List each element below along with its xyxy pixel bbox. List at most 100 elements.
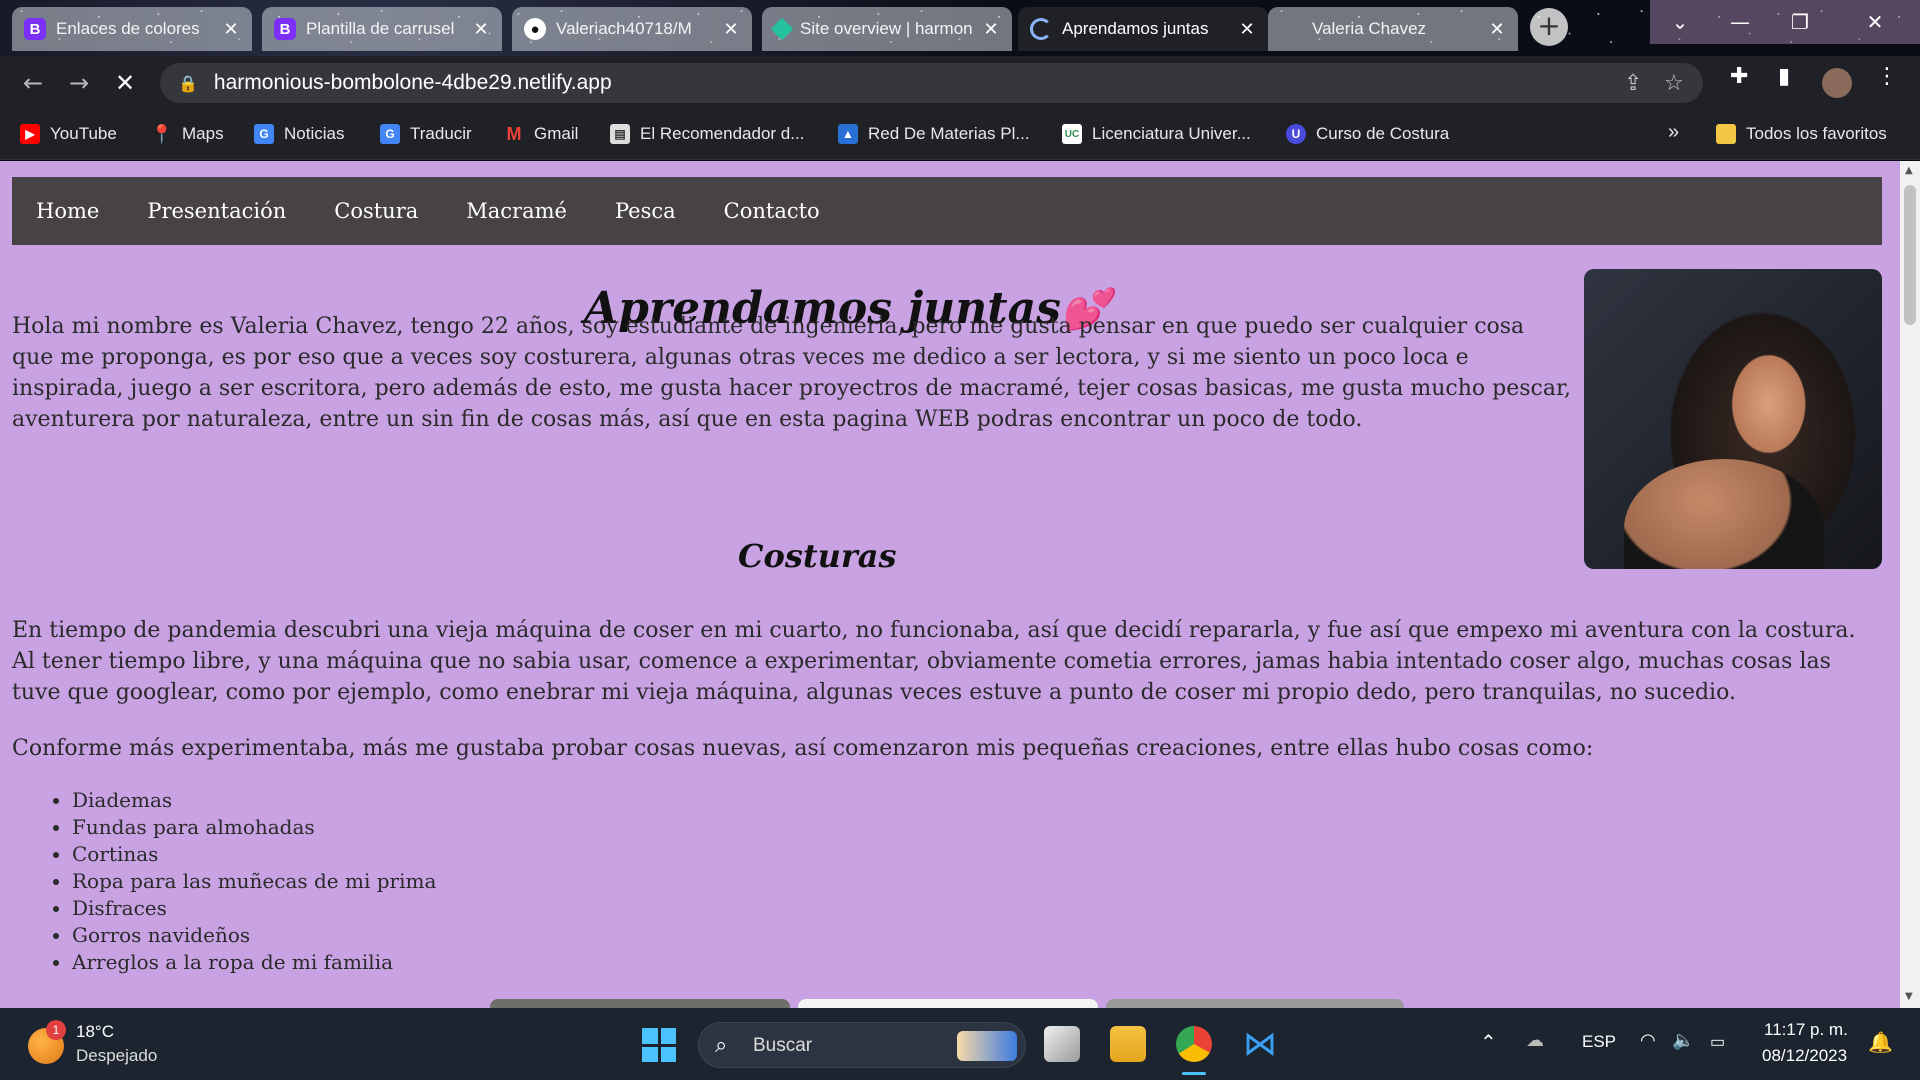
folder-icon	[1716, 124, 1736, 144]
close-icon[interactable]: ✕	[1238, 19, 1256, 40]
bookmark-star-icon[interactable]: ☆	[1664, 71, 1684, 96]
bookmark-maps[interactable]: 📍 Maps	[151, 124, 224, 144]
windows-taskbar: 1 18°C Despejado ⌕ Buscar ⋈ ⌃ ☁ ESP ◠ 🔈 …	[0, 1008, 1920, 1080]
close-icon[interactable]: ✕	[222, 19, 240, 40]
bootstrap-icon: B	[24, 18, 46, 40]
tab-plantilla-carrusel[interactable]: B Plantilla de carrusel ✕	[262, 7, 502, 51]
bookmark-label: Maps	[182, 124, 224, 143]
bookmark-label: Gmail	[534, 124, 579, 143]
nav-link-home[interactable]: Home	[36, 199, 99, 223]
tab-title: Site overview | harmonious	[800, 19, 972, 38]
u-icon: U	[1286, 124, 1306, 144]
scroll-up-arrow-icon[interactable]: ▲	[1905, 165, 1913, 176]
nav-link-costura[interactable]: Costura	[334, 199, 418, 223]
bookmark-gmail[interactable]: M Gmail	[504, 123, 579, 144]
volume-icon[interactable]: 🔈	[1672, 1030, 1694, 1051]
side-panel-icon[interactable]: ▮	[1778, 64, 1790, 89]
vscode-icon[interactable]: ⋈	[1242, 1026, 1278, 1062]
close-icon[interactable]: ✕	[722, 19, 740, 40]
profile-avatar[interactable]	[1822, 68, 1852, 98]
bookmark-curso-costura[interactable]: U Curso de Costura	[1286, 124, 1449, 144]
bootstrap-icon: B	[274, 18, 296, 40]
url-text[interactable]: harmonious-bombolone-4dbe29.netlify.app	[214, 71, 612, 95]
bookmark-red-materias[interactable]: ▲ Red De Materias Pl...	[838, 124, 1030, 144]
taskbar-search[interactable]: ⌕ Buscar	[698, 1022, 1026, 1068]
close-icon[interactable]: ✕	[472, 19, 490, 40]
more-chevron-icon: »	[1668, 121, 1680, 143]
tab-title: Enlaces de colores	[56, 19, 200, 38]
active-app-indicator	[1182, 1072, 1206, 1075]
new-tab-button[interactable]: +	[1530, 8, 1568, 46]
gallery-image	[490, 999, 790, 1008]
bookmark-label: Curso de Costura	[1316, 124, 1450, 143]
chevron-up-icon[interactable]: ⌃	[1480, 1030, 1497, 1055]
address-bar[interactable]: 🔒 harmonious-bombolone-4dbe29.netlify.ap…	[160, 63, 1703, 103]
tab-strip: B Enlaces de colores ✕ B Plantilla de ca…	[0, 0, 1920, 56]
tab-enlaces-colores[interactable]: B Enlaces de colores ✕	[12, 7, 252, 51]
search-placeholder: Buscar	[753, 1035, 813, 1056]
youtube-icon: ▶	[20, 124, 40, 144]
tab-title: Plantilla de carrusel	[306, 19, 455, 38]
clock-time[interactable]: 11:17 p. m.	[1764, 1020, 1848, 1040]
globe-icon	[1280, 18, 1302, 40]
language-indicator[interactable]: ESP	[1582, 1032, 1616, 1052]
tab-netlify[interactable]: Site overview | harmonious ✕	[762, 7, 1012, 51]
bookmark-traducir[interactable]: G Traducir	[380, 124, 472, 144]
onedrive-icon[interactable]: ☁	[1526, 1030, 1544, 1051]
page-scrollbar[interactable]: ▲ ▼	[1900, 161, 1920, 1008]
chrome-icon[interactable]	[1176, 1026, 1212, 1062]
tab-search-chevron-icon[interactable]: ⌄	[1650, 0, 1710, 44]
stop-loading-button[interactable]: ✕	[102, 69, 148, 97]
tab-aprendamos-juntas[interactable]: Aprendamos juntas ✕	[1018, 7, 1268, 51]
nav-link-macrame[interactable]: Macramé	[466, 199, 567, 223]
weather-temp[interactable]: 18°C	[76, 1022, 114, 1042]
file-explorer-icon[interactable]	[1110, 1026, 1146, 1062]
close-icon[interactable]: ✕	[982, 19, 1000, 40]
back-button[interactable]: ←	[10, 69, 56, 97]
creations-paragraph: Conforme más experimentaba, más me gusta…	[12, 736, 1594, 761]
gallery-image	[1106, 999, 1404, 1008]
bookmark-label: Noticias	[284, 124, 345, 143]
menu-kebab-icon[interactable]: ⋮	[1876, 64, 1898, 89]
task-view-icon[interactable]	[1044, 1026, 1080, 1062]
share-icon[interactable]: ⇪	[1624, 71, 1642, 96]
bookmark-licenciatura[interactable]: UC Licenciatura Univer...	[1062, 124, 1251, 144]
weather-badge: 1	[46, 1020, 66, 1040]
weather-desc[interactable]: Despejado	[76, 1046, 157, 1066]
bookmark-youtube[interactable]: ▶ YouTube	[20, 124, 117, 144]
gmail-icon: M	[506, 123, 522, 144]
close-window-button[interactable]: ✕	[1830, 0, 1920, 44]
scrollbar-thumb[interactable]	[1904, 185, 1916, 325]
bookmark-label: Red De Materias Pl...	[868, 124, 1030, 143]
tab-title: Valeriach40718/M	[556, 19, 692, 38]
lock-icon: 🔒	[178, 73, 198, 93]
bookmark-noticias[interactable]: G Noticias	[254, 124, 344, 144]
all-bookmarks-folder[interactable]: Todos los favoritos	[1716, 124, 1887, 144]
list-item: Cortinas	[72, 841, 436, 868]
notification-bell-icon[interactable]: 🔔	[1868, 1030, 1893, 1055]
bookmark-label: YouTube	[50, 124, 117, 143]
battery-icon[interactable]: ▭	[1710, 1032, 1725, 1052]
scroll-down-arrow-icon[interactable]: ▼	[1905, 991, 1913, 1002]
close-icon[interactable]: ✕	[1488, 19, 1506, 40]
nav-link-presentacion[interactable]: Presentación	[147, 199, 286, 223]
gallery-image	[798, 999, 1098, 1008]
wifi-icon[interactable]: ◠	[1640, 1030, 1656, 1051]
tab-valeria-chavez[interactable]: Valeria Chavez ✕	[1268, 7, 1518, 51]
tab-title: Valeria Chavez	[1312, 19, 1427, 38]
bookmarks-more-button[interactable]: »	[1668, 121, 1679, 144]
windows-start-icon[interactable]	[642, 1028, 676, 1062]
list-item: Ropa para las muñecas de mi prima	[72, 868, 436, 895]
tab-github[interactable]: ● Valeriach40718/M ✕	[512, 7, 752, 51]
extensions-icon[interactable]: ✚	[1730, 64, 1748, 89]
nav-link-contacto[interactable]: Contacto	[724, 199, 820, 223]
forward-button[interactable]: →	[56, 69, 102, 97]
bookmark-recomendador[interactable]: ▤ El Recomendador d...	[610, 124, 804, 144]
list-item: Gorros navideños	[72, 922, 436, 949]
clock-date[interactable]: 08/12/2023	[1762, 1046, 1847, 1066]
bookmark-label: El Recomendador d...	[640, 124, 805, 143]
restore-button[interactable]: ❐	[1770, 0, 1830, 44]
minimize-button[interactable]: —	[1710, 0, 1770, 44]
nav-link-pesca[interactable]: Pesca	[615, 199, 676, 223]
list-item: Arreglos a la ropa de mi familia	[72, 949, 436, 976]
